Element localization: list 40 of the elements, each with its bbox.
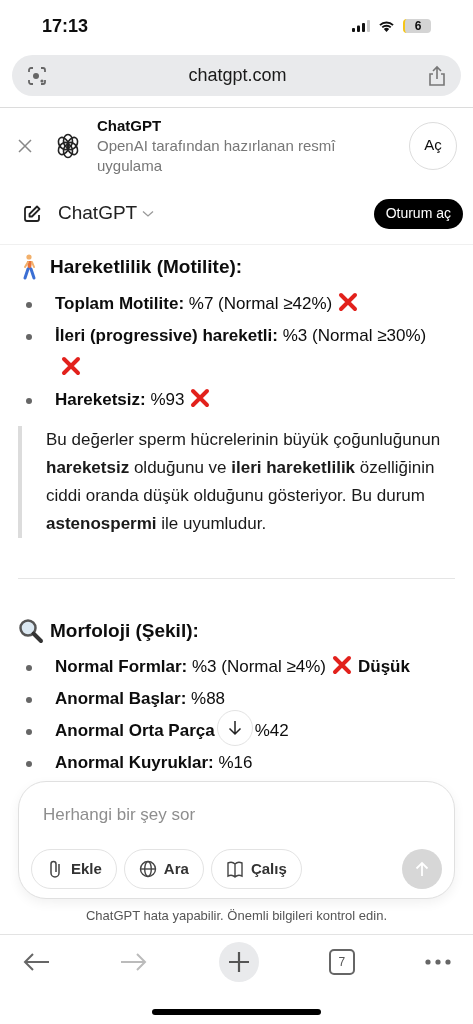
banner-subtitle: OpenAI tarafından hazırlanan resmî uygulama — [97, 135, 337, 176]
model-selector[interactable]: ChatGPT — [58, 199, 155, 228]
close-icon[interactable] — [17, 137, 33, 154]
banner-title: ChatGPT — [97, 115, 163, 136]
chevron-down-icon — [142, 209, 155, 218]
list-item-text: Anormal Başlar: %88 — [55, 689, 226, 708]
knot-logo-icon — [55, 132, 81, 159]
lens-camera-icon[interactable] — [26, 64, 48, 87]
status-label: Düşük — [358, 657, 410, 676]
list-item-text: %42 — [254, 721, 289, 740]
quote-paragraph: Bu değerler sperm hücrelerinin büyük çoğunluğunun hareketsiz olduğunu ve ileri hareketlilik özelliğinin ciddi oranda düşük olduğunu gösteriyor. Bu durum astenospermi ile uyumludur. — [46, 428, 442, 535]
message-input[interactable]: Herhangi bir şey sor — [43, 802, 442, 828]
section-heading: Morfoloji (Şekil): — [50, 618, 199, 643]
disclaimer-text: ChatGPT hata yapabilir. Önemli bilgileri kontrol edin. — [84, 907, 389, 925]
arrow-down-icon — [227, 719, 242, 736]
tab-count-button[interactable]: 7 — [328, 948, 355, 975]
list-item-text: Hareketsiz: %93 — [55, 389, 185, 409]
battery-indicator: 6 — [403, 19, 431, 33]
arrow-up-icon — [415, 861, 429, 877]
scroll-down-button[interactable] — [216, 709, 253, 746]
signal-icon — [352, 20, 370, 32]
section-heading: Hareketlilik (Motilite): — [50, 255, 243, 279]
list-item-text: İleri (progressive) hareketli: %3 (Normal ≥30%) — [55, 325, 427, 345]
list-item-text: Anormal Orta Parça — [55, 721, 215, 740]
list-item-text: Toplam Motilite: %7 (Normal ≥42%) — [55, 293, 333, 313]
list-item-text: Anormal Kuyruklar: %16 — [55, 753, 253, 772]
status-time: 17:13 — [42, 14, 89, 38]
globe-icon — [138, 859, 157, 879]
list-item-text: Normal Formlar: %3 (Normal ≥4%) — [55, 657, 326, 676]
magnifier-icon — [18, 617, 44, 644]
share-icon[interactable] — [427, 64, 447, 87]
login-button[interactable]: Oturum aç — [373, 198, 463, 229]
book-icon — [225, 859, 244, 879]
back-arrow-icon[interactable] — [22, 951, 50, 972]
wifi-icon — [378, 20, 395, 32]
edit-icon[interactable] — [22, 203, 42, 224]
url-text: chatgpt.com — [187, 64, 288, 87]
plus-icon — [227, 950, 250, 973]
more-icon[interactable] — [425, 958, 451, 965]
address-bar[interactable]: chatgpt.com — [12, 55, 461, 96]
